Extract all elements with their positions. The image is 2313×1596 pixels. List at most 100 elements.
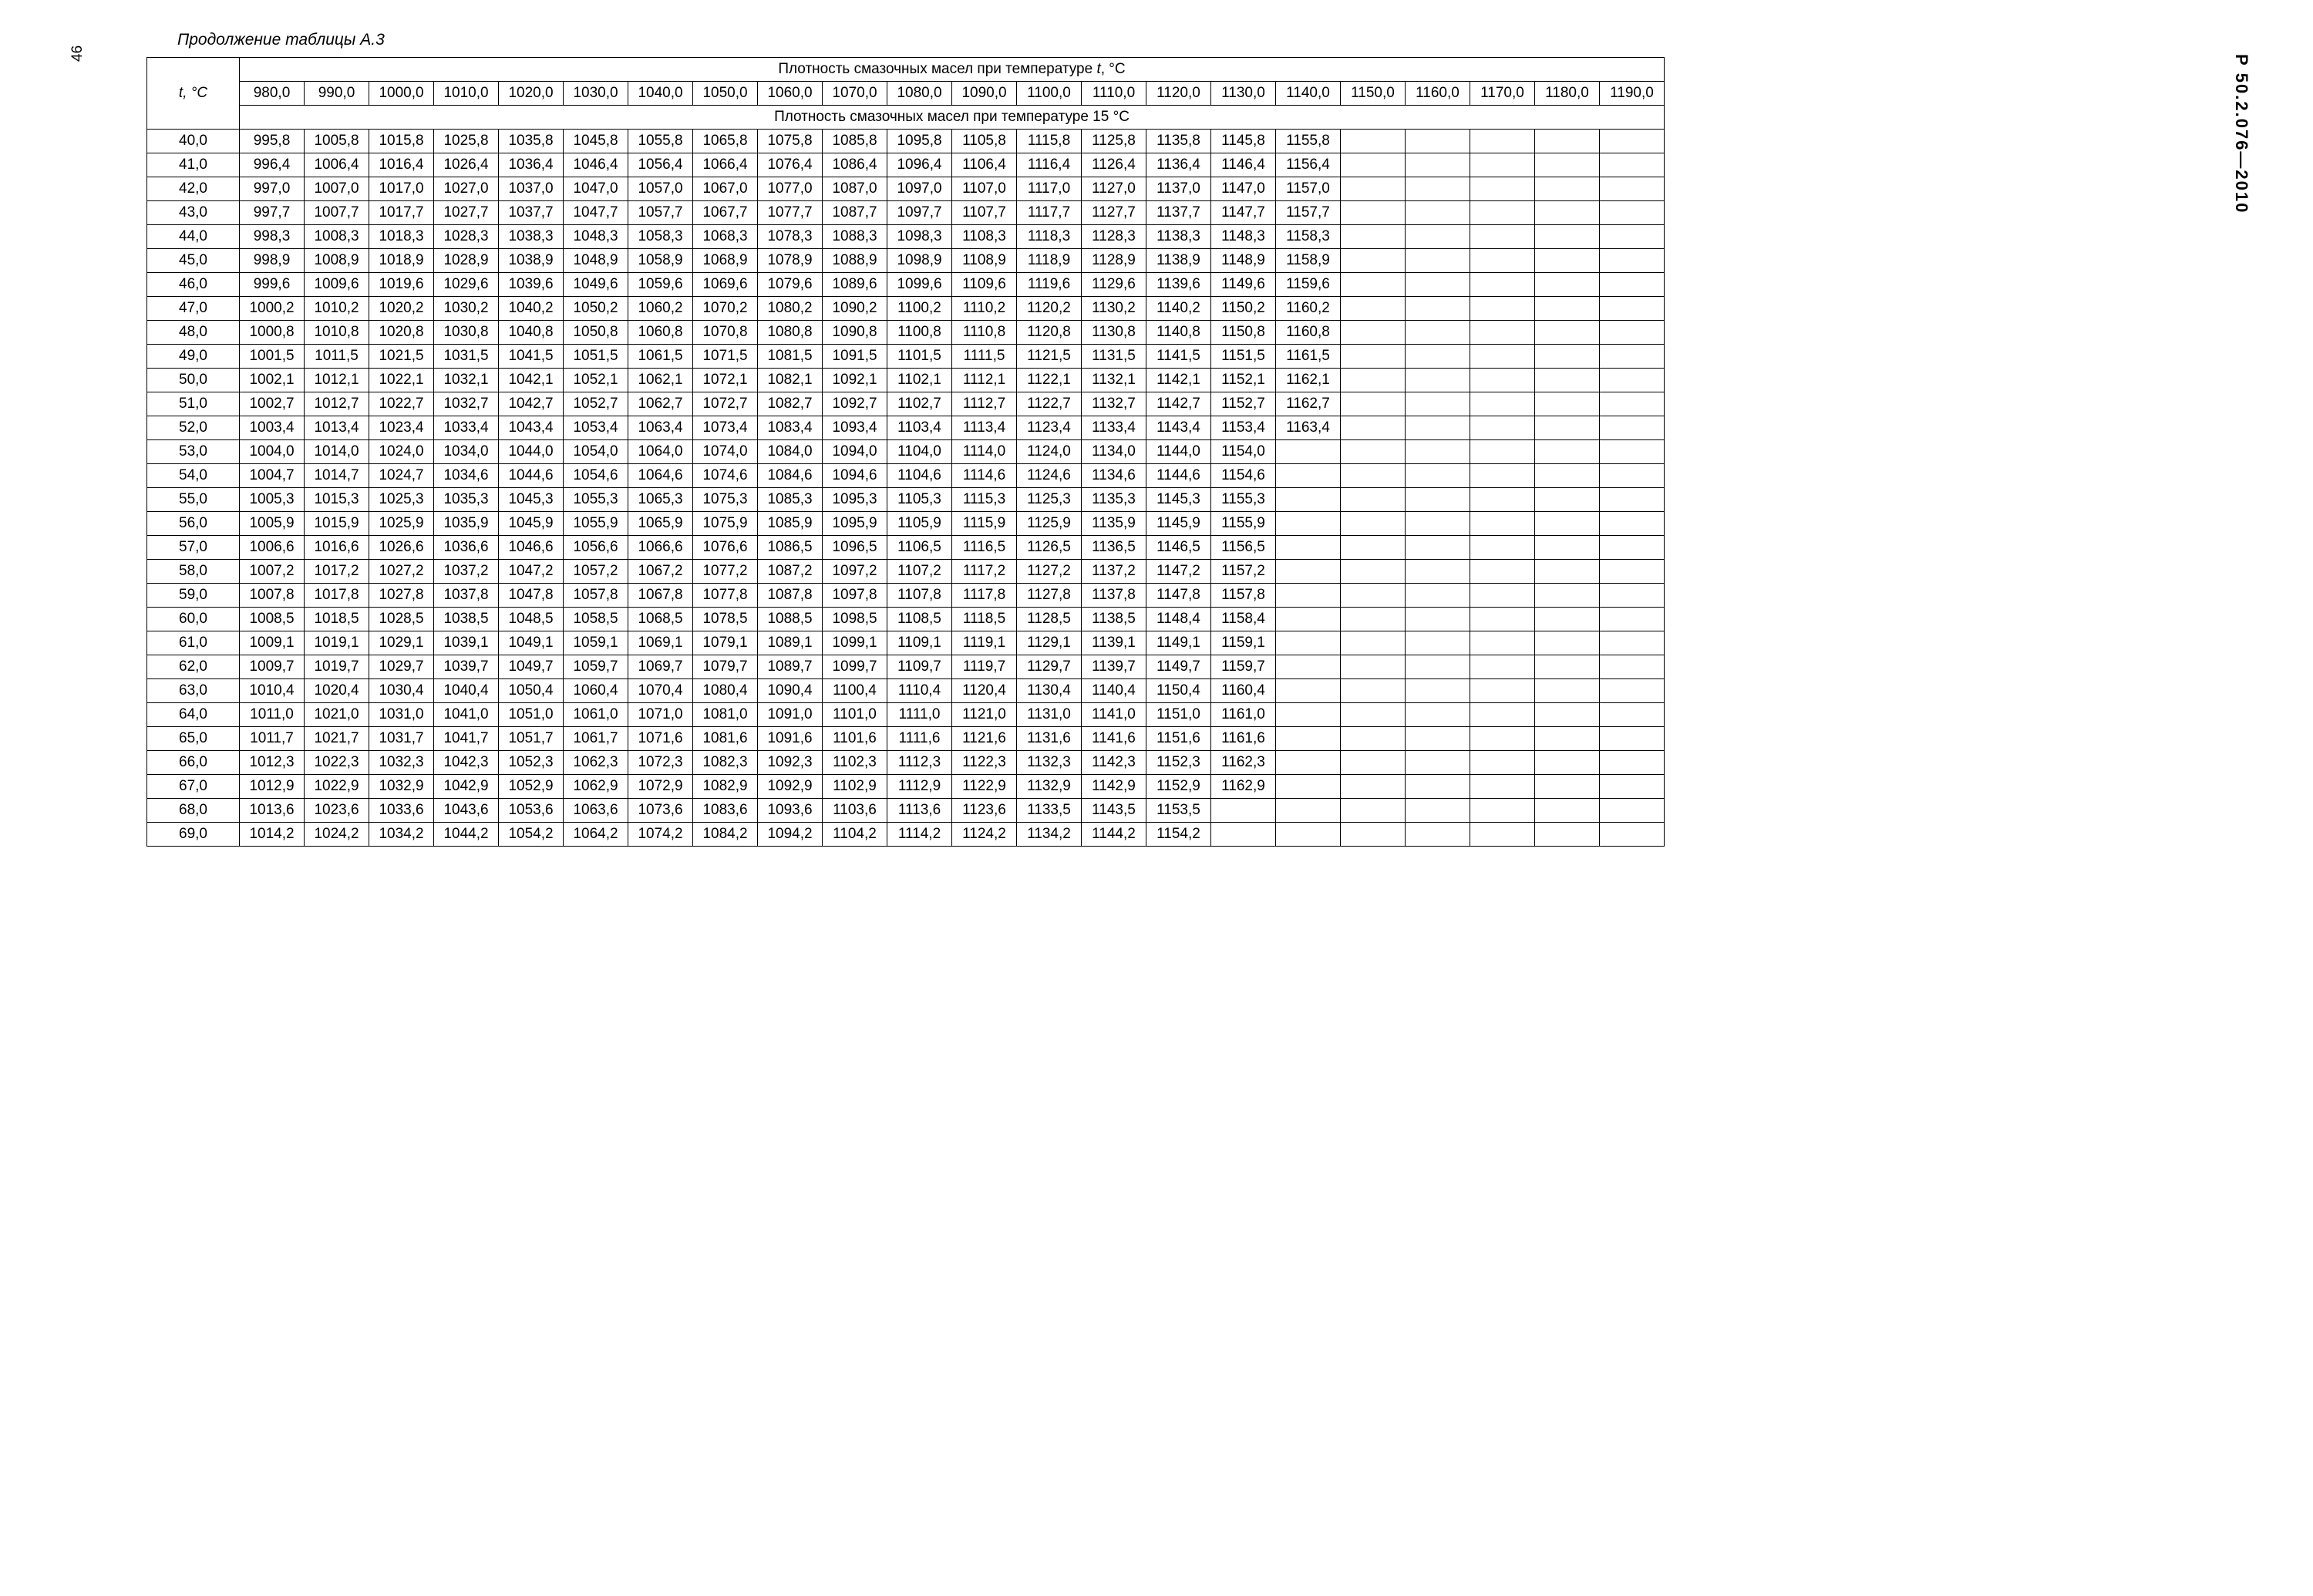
density-cell: 1030,2 [434, 297, 499, 321]
row-temperature: 69,0 [147, 823, 240, 847]
density-cell [1406, 201, 1470, 225]
density-cell: 1092,7 [823, 392, 887, 416]
density-cell [1535, 130, 1600, 153]
density-cell: 1155,9 [1211, 512, 1276, 536]
density-cell: 1099,1 [823, 631, 887, 655]
density-cell: 1072,9 [628, 775, 693, 799]
density-cell [1341, 799, 1406, 823]
table-row: 61,01009,11019,11029,11039,11049,11059,1… [147, 631, 1665, 655]
density-cell: 1007,8 [240, 584, 305, 608]
density-cell: 1047,8 [499, 584, 564, 608]
density-cell: 1148,4 [1146, 608, 1211, 631]
density-cell: 1147,0 [1211, 177, 1276, 201]
density-cell: 1113,4 [952, 416, 1017, 440]
table-row: 40,0995,81005,81015,81025,81035,81045,81… [147, 130, 1665, 153]
density-cell: 1148,3 [1211, 225, 1276, 249]
density-cell: 1044,0 [499, 440, 564, 464]
density-cell: 1099,7 [823, 655, 887, 679]
density-cell: 1078,9 [758, 249, 823, 273]
table-header: t, °C Плотность смазочных масел при темп… [147, 58, 1665, 130]
density-cell: 1142,3 [1082, 751, 1146, 775]
density-cell: 995,8 [240, 130, 305, 153]
density-cell: 1094,2 [758, 823, 823, 847]
density-cell [1600, 560, 1665, 584]
density-cell [1600, 488, 1665, 512]
density-cell: 1131,5 [1082, 345, 1146, 369]
density-cell [1276, 703, 1341, 727]
density-cell: 1035,3 [434, 488, 499, 512]
density-cell: 1064,2 [564, 823, 628, 847]
density-cell: 1145,9 [1146, 512, 1211, 536]
density-cell [1341, 201, 1406, 225]
row-temperature: 45,0 [147, 249, 240, 273]
density-cell: 1125,8 [1082, 130, 1146, 153]
density-cell: 1160,2 [1276, 297, 1341, 321]
column-header: 1100,0 [1017, 82, 1082, 106]
density-cell: 1120,2 [1017, 297, 1082, 321]
column-header: 1190,0 [1600, 82, 1665, 106]
density-cell: 1094,6 [823, 464, 887, 488]
density-cell [1600, 679, 1665, 703]
density-cell: 1039,1 [434, 631, 499, 655]
density-cell [1600, 440, 1665, 464]
density-cell [1341, 751, 1406, 775]
density-cell: 1145,3 [1146, 488, 1211, 512]
density-cell: 1122,7 [1017, 392, 1082, 416]
density-cell: 1053,6 [499, 799, 564, 823]
density-cell: 1088,3 [823, 225, 887, 249]
density-cell: 1014,7 [305, 464, 369, 488]
table-row: 55,01005,31015,31025,31035,31045,31055,3… [147, 488, 1665, 512]
row-temperature: 66,0 [147, 751, 240, 775]
density-cell [1406, 345, 1470, 369]
density-cell [1276, 799, 1341, 823]
density-cell: 1069,6 [693, 273, 758, 297]
density-cell [1341, 775, 1406, 799]
density-cell: 1142,9 [1082, 775, 1146, 799]
density-cell: 1028,5 [369, 608, 434, 631]
density-cell: 1065,8 [693, 130, 758, 153]
density-cell [1600, 703, 1665, 727]
density-cell: 1057,2 [564, 560, 628, 584]
density-cell: 1158,4 [1211, 608, 1276, 631]
column-header: 1030,0 [564, 82, 628, 106]
table-row: 62,01009,71019,71029,71039,71049,71059,7… [147, 655, 1665, 679]
density-cell: 1142,1 [1146, 369, 1211, 392]
density-cell [1276, 631, 1341, 655]
density-cell [1535, 201, 1600, 225]
density-cell: 1066,4 [693, 153, 758, 177]
density-cell: 1095,8 [887, 130, 952, 153]
density-cell: 1077,7 [758, 201, 823, 225]
density-cell: 1006,6 [240, 536, 305, 560]
density-cell: 1163,4 [1276, 416, 1341, 440]
density-cell: 1129,6 [1082, 273, 1146, 297]
density-cell [1600, 536, 1665, 560]
density-cell [1535, 751, 1600, 775]
density-cell [1276, 655, 1341, 679]
column-header: 1000,0 [369, 82, 434, 106]
density-cell: 1136,4 [1146, 153, 1211, 177]
row-temperature: 58,0 [147, 560, 240, 584]
density-cell [1470, 345, 1535, 369]
density-cell [1406, 273, 1470, 297]
density-cell [1470, 130, 1535, 153]
density-cell: 1144,2 [1082, 823, 1146, 847]
density-cell [1470, 655, 1535, 679]
density-cell: 1041,0 [434, 703, 499, 727]
density-cell: 1107,2 [887, 560, 952, 584]
density-cell: 1050,8 [564, 321, 628, 345]
density-cell: 1117,2 [952, 560, 1017, 584]
density-cell: 1108,9 [952, 249, 1017, 273]
density-cell: 1064,6 [628, 464, 693, 488]
density-cell: 1102,9 [823, 775, 887, 799]
density-cell: 1126,4 [1082, 153, 1146, 177]
density-cell [1535, 416, 1600, 440]
column-header: 1170,0 [1470, 82, 1535, 106]
density-cell: 1159,1 [1211, 631, 1276, 655]
density-cell [1600, 416, 1665, 440]
density-cell: 1053,4 [564, 416, 628, 440]
density-cell: 1066,6 [628, 536, 693, 560]
table-row: 44,0998,31008,31018,31028,31038,31048,31… [147, 225, 1665, 249]
density-cell: 1019,1 [305, 631, 369, 655]
density-cell: 1021,5 [369, 345, 434, 369]
density-cell: 1147,8 [1146, 584, 1211, 608]
